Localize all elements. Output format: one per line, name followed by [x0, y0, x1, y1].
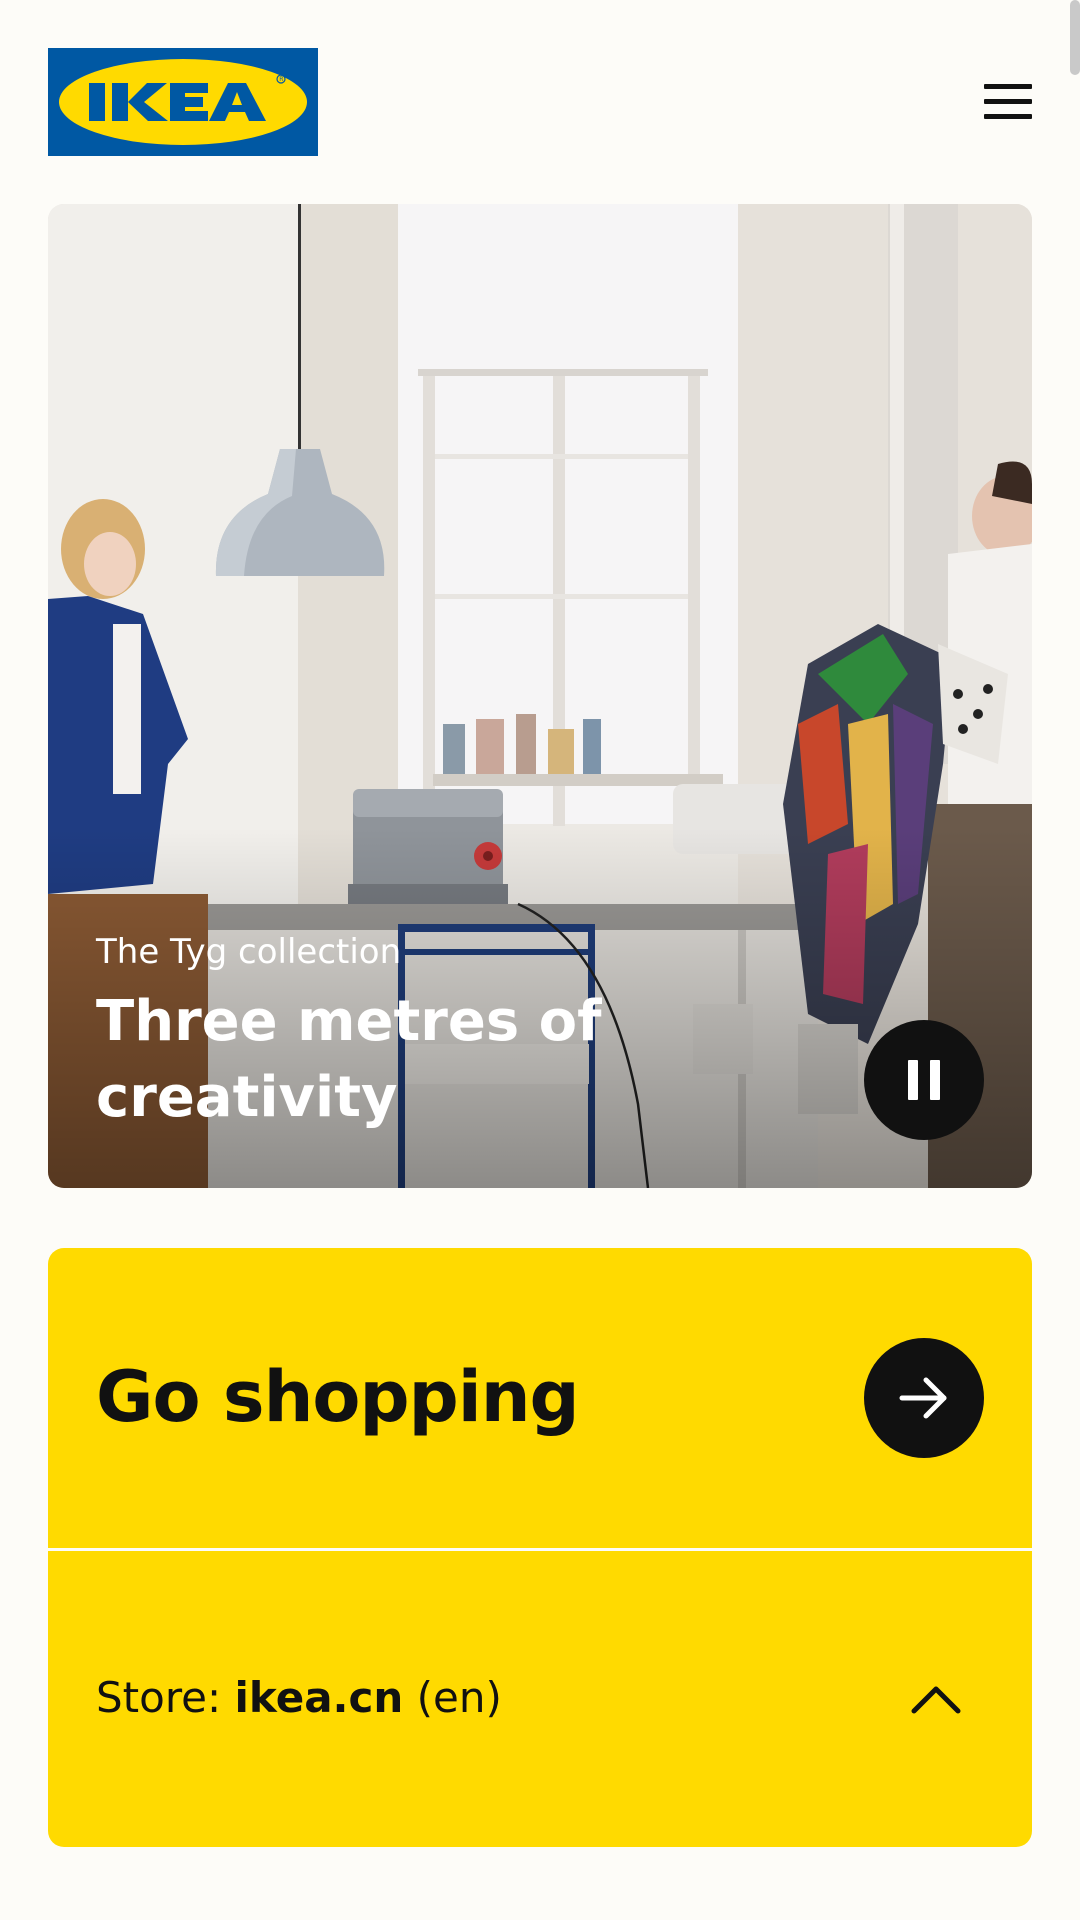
arrow-right-icon — [899, 1377, 947, 1419]
pause-button[interactable] — [864, 1020, 984, 1140]
store-prefix: Store: — [96, 1673, 235, 1722]
ikea-logo-mark: R — [59, 59, 307, 145]
go-shopping-card[interactable]: Go shopping — [48, 1248, 1032, 1548]
menu-button[interactable] — [972, 72, 1044, 132]
hero-video-card[interactable]: The Tyg collection Three metres of creat… — [48, 204, 1032, 1188]
hero-title: Three metres of creativity — [96, 989, 602, 1130]
go-shopping-label: Go shopping — [96, 1356, 580, 1438]
page-scrollbar[interactable] — [1070, 0, 1080, 75]
store-domain: ikea.cn — [234, 1673, 404, 1722]
hamburger-menu-icon — [984, 84, 1032, 120]
ikea-logo[interactable]: R — [48, 48, 318, 156]
hero-subtitle: The Tyg collection — [96, 932, 402, 972]
store-selector-text: Store: ikea.cn (en) — [96, 1673, 502, 1722]
chevron-up-icon[interactable] — [906, 1669, 966, 1729]
go-shopping-arrow-button[interactable] — [864, 1338, 984, 1458]
store-language: (en) — [403, 1673, 502, 1722]
store-selector-card[interactable]: Store: ikea.cn (en) — [48, 1551, 1032, 1847]
svg-text:R: R — [279, 76, 283, 83]
pause-icon — [902, 1060, 946, 1100]
